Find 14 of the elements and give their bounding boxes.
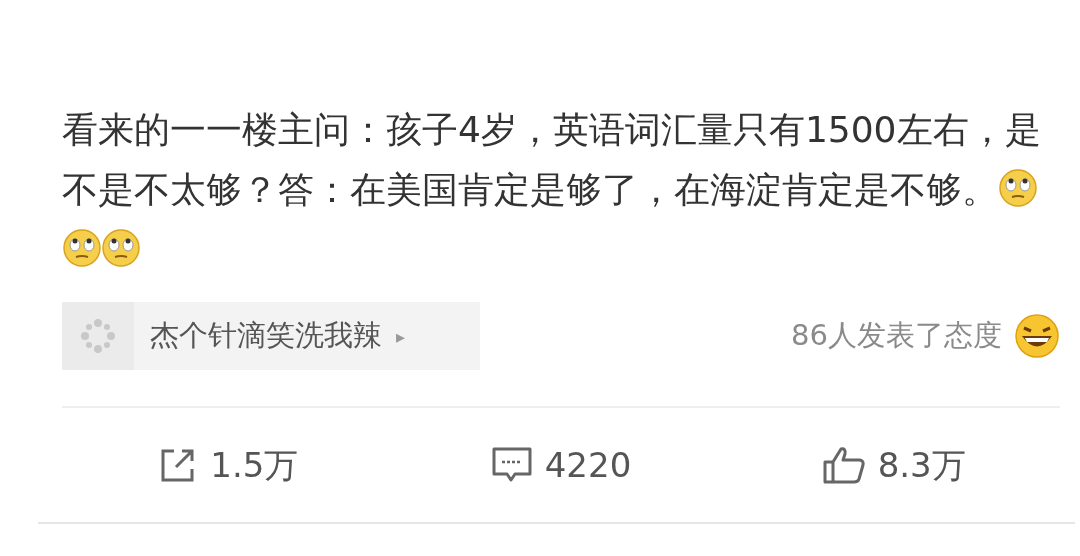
eye-roll-emoji-icon [101, 228, 141, 268]
eye-roll-emoji-icon [62, 228, 102, 268]
like-button[interactable]: 8.3万 [727, 420, 1060, 510]
sparkle-icon [80, 318, 116, 354]
thumbs-up-icon [821, 445, 866, 485]
arrow-glyph: ▸ [396, 324, 406, 349]
topic-label: 杰个针滴笑洗我辣 [150, 317, 382, 355]
reaction-count: 86人发表了态度 [791, 317, 1002, 355]
topic-chip[interactable]: 杰个针滴笑洗我辣 ▸ [62, 302, 480, 370]
comment-button[interactable]: 4220 [394, 420, 728, 510]
post-text: 看来的一一楼主问：孩子4岁，英语词汇量只有1500左右，是不是不太够？答：在美国肯定是够了，在海淀肯定是不够。 [62, 100, 1052, 280]
laughing-emoji-icon [1014, 313, 1060, 359]
eye-roll-emoji-icon [998, 168, 1038, 208]
share-button[interactable]: 1.5万 [62, 420, 395, 510]
